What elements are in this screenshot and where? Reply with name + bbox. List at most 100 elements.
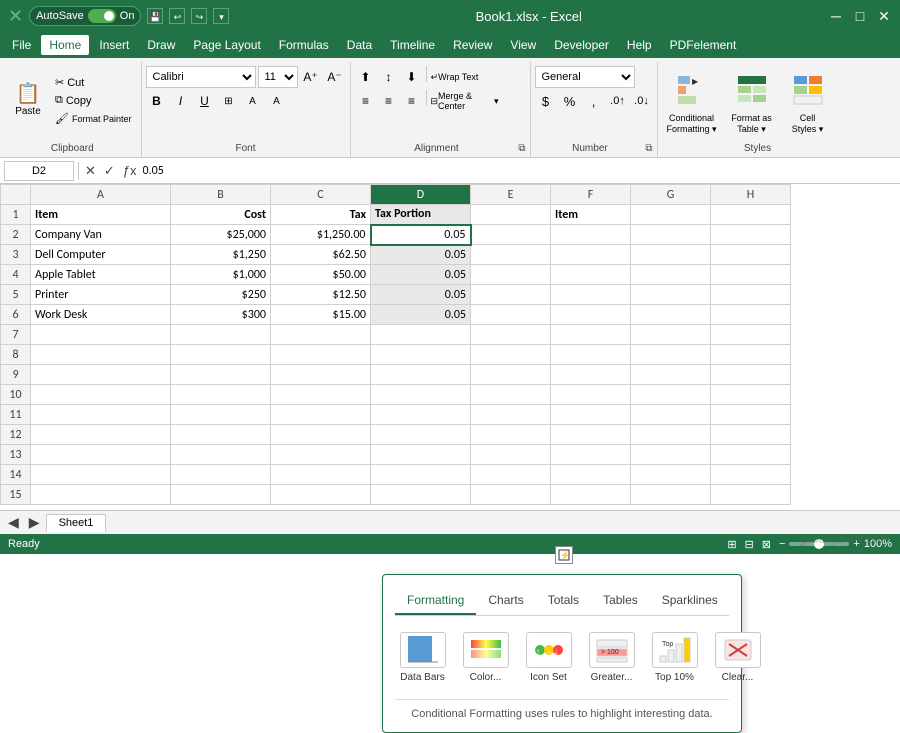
cell-E5[interactable] [471,285,551,305]
align-center-button[interactable]: ≡ [378,90,400,112]
row-header-3[interactable]: 3 [1,245,31,265]
qa-tab-sparklines[interactable]: Sparklines [650,587,730,615]
cell-A6[interactable]: Work Desk [31,305,171,325]
sheet-tab-sheet1[interactable]: Sheet1 [46,514,107,532]
number-launcher-icon[interactable]: ⧉ [645,143,652,154]
qa-tab-charts[interactable]: Charts [476,587,535,615]
cut-button[interactable]: ✂ Cut [50,74,137,91]
view-normal-icon[interactable]: ⊞ [727,538,736,551]
qa-tab-formatting[interactable]: Formatting [395,587,476,615]
cell-G5[interactable] [631,285,711,305]
col-header-E[interactable]: E [471,185,551,205]
tab-nav-right[interactable]: ▶ [25,512,44,533]
cell-H4[interactable] [711,265,791,285]
cell-A4[interactable]: Apple Tablet [31,265,171,285]
cell-H6[interactable] [711,305,791,325]
close-button[interactable]: ✕ [876,8,892,25]
cell-E1[interactable] [471,205,551,225]
cell-C5[interactable]: $12.50 [271,285,371,305]
align-top-button[interactable]: ⬆ [355,66,377,88]
cell-B5[interactable]: $250 [171,285,271,305]
menu-developer[interactable]: Developer [546,35,617,55]
cell-D6[interactable]: 0.05 [371,305,471,325]
cell-D5[interactable]: 0.05 [371,285,471,305]
decrease-font-button[interactable]: A⁻ [324,66,346,88]
row-header-9[interactable]: 9 [1,365,31,385]
qa-item-icon-set[interactable]: ↑ → ↓ Icon Set [521,628,576,687]
conditional-formatting-button[interactable]: ▶ ConditionalFormatting ▾ [662,66,722,138]
tab-nav-left[interactable]: ◀ [4,512,23,533]
italic-button[interactable]: I [170,90,192,112]
cell-C4[interactable]: $50.00 [271,265,371,285]
cell-F6[interactable] [551,305,631,325]
cell-G3[interactable] [631,245,711,265]
cell-A2[interactable]: Company Van [31,225,171,245]
col-header-F[interactable]: F [551,185,631,205]
currency-button[interactable]: $ [535,90,557,112]
cell-styles-button[interactable]: CellStyles ▾ [782,66,834,138]
cell-B6[interactable]: $300 [171,305,271,325]
cell-A3[interactable]: Dell Computer [31,245,171,265]
row-header-7[interactable]: 7 [1,325,31,345]
col-header-D[interactable]: D [371,185,471,205]
col-header-A[interactable]: A [31,185,171,205]
col-header-B[interactable]: B [171,185,271,205]
qa-item-greater[interactable]: > 100 Greater... [584,628,639,687]
qa-item-data-bars[interactable]: Data Bars [395,628,450,687]
view-page-break-icon[interactable]: ⊠ [762,538,771,551]
merge-center-button[interactable]: ⊟ Merge & Center ▾ [430,90,500,112]
row-header-6[interactable]: 6 [1,305,31,325]
undo-icon[interactable]: ↩ [169,8,185,24]
align-bottom-button[interactable]: ⬇ [401,66,423,88]
row-header-10[interactable]: 10 [1,385,31,405]
cell-E4[interactable] [471,265,551,285]
menu-formulas[interactable]: Formulas [271,35,337,55]
row-header-14[interactable]: 14 [1,465,31,485]
format-painter-button[interactable]: 🖌 Format Painter [50,110,137,127]
cell-F2[interactable] [551,225,631,245]
row-header-13[interactable]: 13 [1,445,31,465]
cell-G4[interactable] [631,265,711,285]
qa-tab-tables[interactable]: Tables [591,587,650,615]
cell-A5[interactable]: Printer [31,285,171,305]
cell-C6[interactable]: $15.00 [271,305,371,325]
cell-D4[interactable]: 0.05 [371,265,471,285]
row-header-5[interactable]: 5 [1,285,31,305]
menu-review[interactable]: Review [445,35,500,55]
row-header-15[interactable]: 15 [1,485,31,505]
row-header-2[interactable]: 2 [1,225,31,245]
row-header-4[interactable]: 4 [1,265,31,285]
menu-view[interactable]: View [502,35,544,55]
menu-home[interactable]: Home [41,35,89,55]
spreadsheet-container[interactable]: A B C D E F G H 1 Item Cost Tax Tax Por [0,184,900,554]
font-name-selector[interactable]: Calibri [146,66,256,88]
cell-F4[interactable] [551,265,631,285]
fill-color-button[interactable]: A [242,90,264,112]
paste-button[interactable]: 📋 Paste [8,71,48,131]
cell-D1[interactable]: Tax Portion [371,205,471,225]
cell-F3[interactable] [551,245,631,265]
cell-H2[interactable] [711,225,791,245]
cell-G6[interactable] [631,305,711,325]
cell-B2[interactable]: $25,000 [171,225,271,245]
cell-G1[interactable] [631,205,711,225]
menu-help[interactable]: Help [619,35,660,55]
zoom-out-icon[interactable]: − [779,538,785,550]
cell-F5[interactable] [551,285,631,305]
formula-input[interactable] [143,161,896,181]
row-header-12[interactable]: 12 [1,425,31,445]
cell-B4[interactable]: $1,000 [171,265,271,285]
confirm-formula-icon[interactable]: ✓ [102,161,117,181]
minimize-button[interactable]: ─ [828,8,844,24]
cell-E2[interactable] [471,225,551,245]
redo-icon[interactable]: ↪ [191,8,207,24]
qa-item-clear[interactable]: Clear... [710,628,765,687]
row-header-1[interactable]: 1 [1,205,31,225]
qa-item-color[interactable]: Color... [458,628,513,687]
cell-H3[interactable] [711,245,791,265]
alignment-launcher-icon[interactable]: ⧉ [518,143,525,154]
insert-function-icon[interactable]: ƒx [121,161,139,180]
autosave-toggle[interactable] [88,9,116,23]
menu-insert[interactable]: Insert [91,35,137,55]
qa-item-top10[interactable]: Top Top 10% [647,628,702,687]
